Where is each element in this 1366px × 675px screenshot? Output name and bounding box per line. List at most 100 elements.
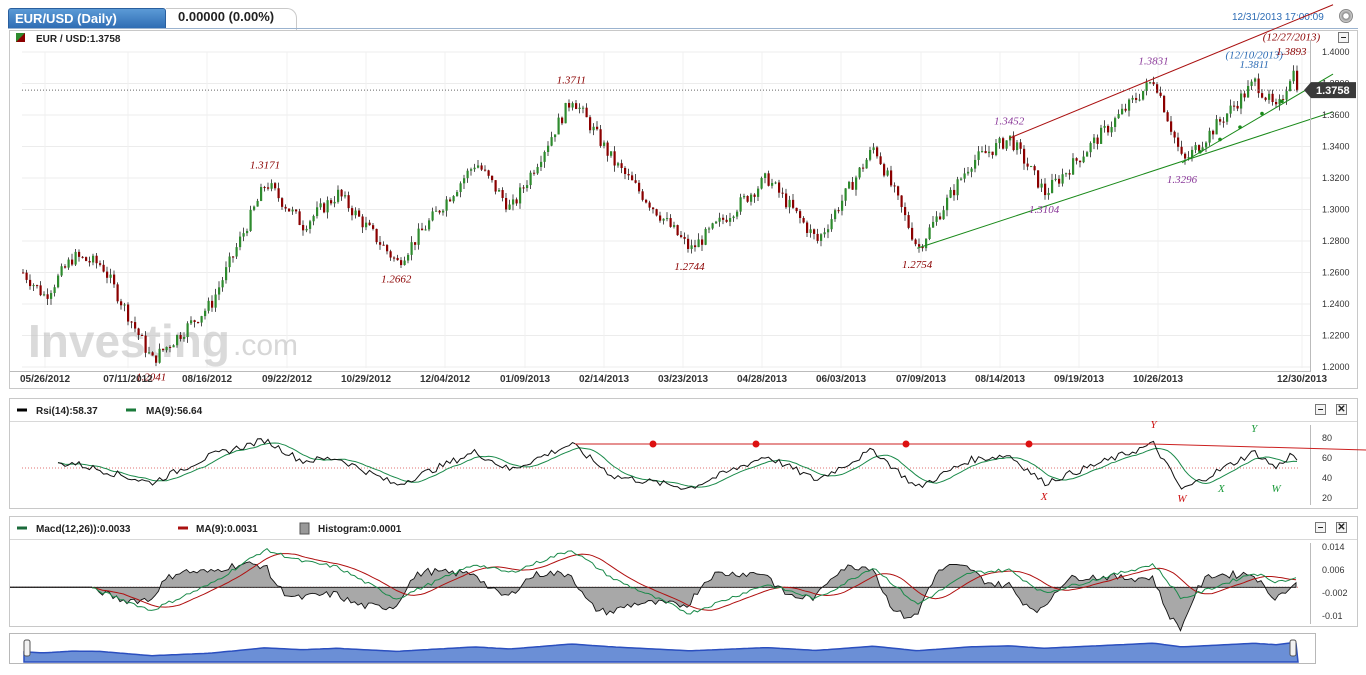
candle-body — [806, 222, 809, 233]
candle-body — [410, 242, 413, 255]
candle-body — [1250, 81, 1253, 86]
candle-body — [109, 274, 112, 278]
candle-body — [312, 216, 315, 222]
candle-body — [519, 187, 522, 204]
candle-body — [242, 233, 245, 237]
candle-body — [697, 239, 700, 248]
candle-body — [284, 206, 287, 209]
candle-body — [589, 117, 592, 131]
candle-body — [260, 187, 263, 201]
date-tick-label: 07/09/2013 — [896, 374, 946, 385]
candle-body — [547, 145, 550, 152]
candle-body — [683, 236, 686, 239]
candle-body — [470, 169, 473, 171]
candle-body — [953, 189, 956, 196]
macd-minimize-button[interactable]: – — [1315, 522, 1326, 533]
navigator-handle-right[interactable] — [1289, 639, 1297, 657]
main-minimize-button[interactable]: – — [1338, 32, 1349, 43]
candle-body — [1208, 130, 1211, 143]
candle-body — [536, 167, 539, 174]
price-annotation: 1.3711 — [557, 75, 586, 87]
candle-body — [939, 216, 942, 220]
macd-close-button[interactable]: ✕ — [1336, 522, 1347, 533]
candle-body — [1089, 143, 1092, 153]
date-tick-label: 12/30/2013 — [1277, 374, 1327, 385]
candle-body — [137, 328, 140, 336]
candle-body — [463, 178, 466, 184]
candle-body — [190, 320, 193, 324]
candle-body — [1236, 105, 1239, 109]
candle-body — [466, 170, 469, 179]
candle-body — [1285, 91, 1288, 100]
candle-body — [1047, 192, 1050, 196]
candle-body — [648, 202, 651, 208]
candle-body — [977, 151, 980, 160]
candle-body — [445, 199, 448, 211]
rsi-close-button[interactable]: ✕ — [1336, 404, 1347, 415]
candle-body — [1096, 137, 1099, 144]
candle-body — [1026, 163, 1029, 167]
price-annotation: 1.3831 — [1138, 56, 1168, 68]
navigator-handle-left[interactable] — [23, 639, 31, 657]
candle-body — [1016, 142, 1019, 151]
trend-dot — [1238, 125, 1242, 129]
trend-dot — [1280, 99, 1284, 104]
candle-body — [78, 251, 81, 257]
candle-body — [330, 200, 333, 204]
rsi-minimize-button[interactable]: – — [1315, 404, 1326, 415]
candle-body — [148, 352, 151, 354]
rsi-tick-label: 80 — [1322, 433, 1332, 443]
candle-body — [1170, 121, 1173, 132]
chart-canvas[interactable]: Investing .com 1.20411.31711.26621.37111… — [0, 0, 1366, 675]
trend-dot — [1218, 137, 1222, 142]
price-tick-label: 1.3400 — [1322, 142, 1350, 152]
macd-tick-label: 0.006 — [1322, 565, 1345, 575]
candle-body — [1289, 81, 1292, 92]
candle-body — [1177, 137, 1180, 147]
candle-body — [368, 222, 371, 226]
candle-body — [585, 107, 588, 118]
rsi-tick-label: 40 — [1322, 473, 1332, 483]
candle-body — [1079, 160, 1082, 163]
candle-body — [1152, 82, 1155, 85]
candle-body — [785, 193, 788, 208]
candle-body — [270, 183, 273, 189]
candle-body — [1166, 112, 1169, 122]
candle-body — [1296, 70, 1299, 91]
candle-body — [1124, 108, 1127, 111]
candle-body — [956, 179, 959, 196]
candle-body — [788, 199, 791, 208]
candle-body — [162, 348, 165, 351]
candle-body — [1257, 78, 1260, 94]
candle-body — [613, 151, 616, 166]
candle-body — [396, 257, 399, 261]
candle-body — [732, 216, 735, 219]
candle-body — [1138, 99, 1141, 101]
watermark-suffix: .com — [233, 329, 298, 362]
candle-body — [729, 218, 732, 222]
candle-body — [288, 208, 291, 212]
candle-body — [235, 247, 238, 257]
candle-body — [197, 321, 200, 323]
candle-body — [981, 151, 984, 153]
candle-body — [1110, 127, 1113, 133]
candle-body — [1131, 97, 1134, 100]
rsi-marker-dot — [649, 440, 657, 448]
candle-body — [1033, 166, 1036, 171]
candle-body — [113, 274, 116, 285]
date-tick-label: 09/19/2013 — [1054, 374, 1104, 385]
candle-body — [1005, 140, 1008, 149]
candle-body — [599, 129, 602, 146]
candle-body — [46, 294, 49, 299]
candle-body — [211, 300, 214, 308]
candle-body — [753, 194, 756, 197]
candle-body — [529, 172, 532, 186]
candle-body — [1030, 166, 1033, 168]
candle-body — [459, 183, 462, 193]
candle-body — [1023, 148, 1026, 164]
candle-body — [81, 256, 84, 258]
candle-body — [207, 300, 210, 311]
date-tick-label: 10/26/2013 — [1133, 374, 1183, 385]
date-tick-label: 01/09/2013 — [500, 374, 550, 385]
candle-body — [351, 208, 354, 216]
